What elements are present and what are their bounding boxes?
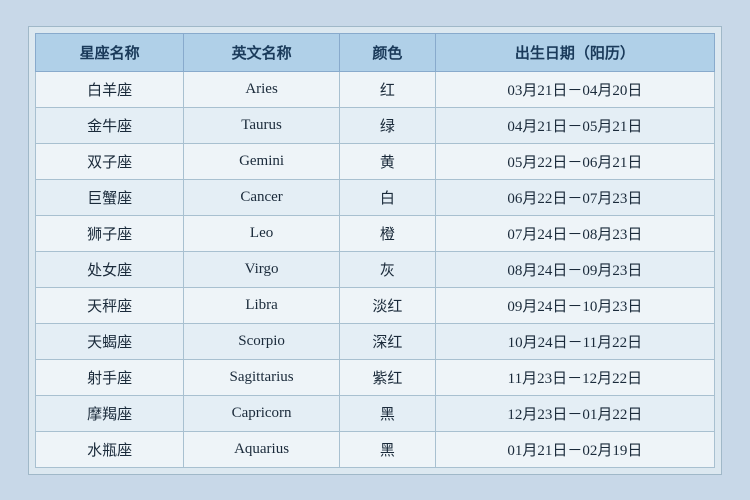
cell-date: 05月22日－06月21日: [435, 143, 714, 179]
cell-color: 白: [339, 179, 435, 215]
cell-color: 绿: [339, 107, 435, 143]
cell-date: 04月21日－05月21日: [435, 107, 714, 143]
cell-chinese-name: 摩羯座: [36, 395, 184, 431]
table-row: 天蝎座Scorpio深红10月24日－11月22日: [36, 323, 715, 359]
cell-english-name: Gemini: [184, 143, 340, 179]
cell-color: 紫红: [339, 359, 435, 395]
header-chinese-name: 星座名称: [36, 33, 184, 71]
cell-color: 淡红: [339, 287, 435, 323]
cell-english-name: Scorpio: [184, 323, 340, 359]
cell-date: 11月23日－12月22日: [435, 359, 714, 395]
table-row: 处女座Virgo灰08月24日－09月23日: [36, 251, 715, 287]
cell-english-name: Libra: [184, 287, 340, 323]
cell-color: 黑: [339, 431, 435, 467]
cell-chinese-name: 白羊座: [36, 71, 184, 107]
cell-chinese-name: 天蝎座: [36, 323, 184, 359]
cell-english-name: Taurus: [184, 107, 340, 143]
header-english-name: 英文名称: [184, 33, 340, 71]
cell-chinese-name: 水瓶座: [36, 431, 184, 467]
zodiac-table: 星座名称 英文名称 颜色 出生日期（阳历） 白羊座Aries红03月21日－04…: [35, 33, 715, 468]
table-row: 双子座Gemini黄05月22日－06月21日: [36, 143, 715, 179]
cell-chinese-name: 天秤座: [36, 287, 184, 323]
cell-chinese-name: 双子座: [36, 143, 184, 179]
cell-date: 03月21日－04月20日: [435, 71, 714, 107]
cell-date: 08月24日－09月23日: [435, 251, 714, 287]
cell-english-name: Sagittarius: [184, 359, 340, 395]
cell-color: 深红: [339, 323, 435, 359]
table-row: 金牛座Taurus绿04月21日－05月21日: [36, 107, 715, 143]
header-date: 出生日期（阳历）: [435, 33, 714, 71]
cell-color: 橙: [339, 215, 435, 251]
cell-color: 灰: [339, 251, 435, 287]
cell-color: 红: [339, 71, 435, 107]
cell-english-name: Aquarius: [184, 431, 340, 467]
cell-date: 07月24日－08月23日: [435, 215, 714, 251]
cell-english-name: Cancer: [184, 179, 340, 215]
cell-chinese-name: 处女座: [36, 251, 184, 287]
cell-color: 黄: [339, 143, 435, 179]
cell-date: 09月24日－10月23日: [435, 287, 714, 323]
cell-date: 12月23日－01月22日: [435, 395, 714, 431]
cell-english-name: Virgo: [184, 251, 340, 287]
cell-chinese-name: 巨蟹座: [36, 179, 184, 215]
table-row: 白羊座Aries红03月21日－04月20日: [36, 71, 715, 107]
table-row: 巨蟹座Cancer白06月22日－07月23日: [36, 179, 715, 215]
table-body: 白羊座Aries红03月21日－04月20日金牛座Taurus绿04月21日－0…: [36, 71, 715, 467]
zodiac-table-container: 星座名称 英文名称 颜色 出生日期（阳历） 白羊座Aries红03月21日－04…: [28, 26, 722, 475]
table-header-row: 星座名称 英文名称 颜色 出生日期（阳历）: [36, 33, 715, 71]
cell-english-name: Leo: [184, 215, 340, 251]
cell-english-name: Capricorn: [184, 395, 340, 431]
cell-english-name: Aries: [184, 71, 340, 107]
cell-date: 01月21日－02月19日: [435, 431, 714, 467]
table-row: 射手座Sagittarius紫红11月23日－12月22日: [36, 359, 715, 395]
cell-chinese-name: 狮子座: [36, 215, 184, 251]
cell-chinese-name: 射手座: [36, 359, 184, 395]
table-row: 狮子座Leo橙07月24日－08月23日: [36, 215, 715, 251]
cell-color: 黑: [339, 395, 435, 431]
table-row: 天秤座Libra淡红09月24日－10月23日: [36, 287, 715, 323]
header-color: 颜色: [339, 33, 435, 71]
table-row: 摩羯座Capricorn黑12月23日－01月22日: [36, 395, 715, 431]
table-row: 水瓶座Aquarius黑01月21日－02月19日: [36, 431, 715, 467]
cell-date: 10月24日－11月22日: [435, 323, 714, 359]
cell-date: 06月22日－07月23日: [435, 179, 714, 215]
cell-chinese-name: 金牛座: [36, 107, 184, 143]
